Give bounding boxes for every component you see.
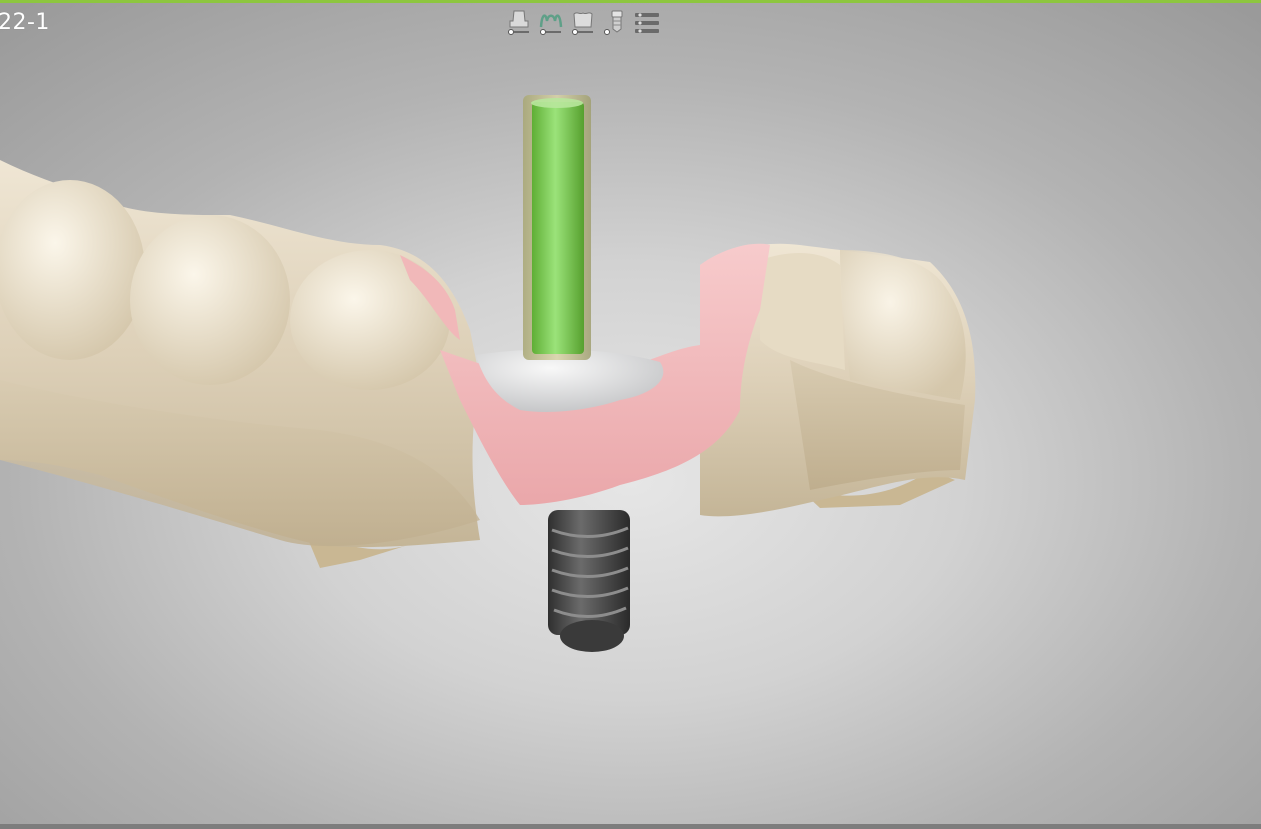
implant-screw: [548, 510, 630, 652]
dental-model-viewport[interactable]: [0, 0, 1261, 829]
model-left-segment: [0, 160, 480, 548]
screw-channel: [523, 95, 591, 360]
bottom-status-bar: [0, 824, 1261, 829]
